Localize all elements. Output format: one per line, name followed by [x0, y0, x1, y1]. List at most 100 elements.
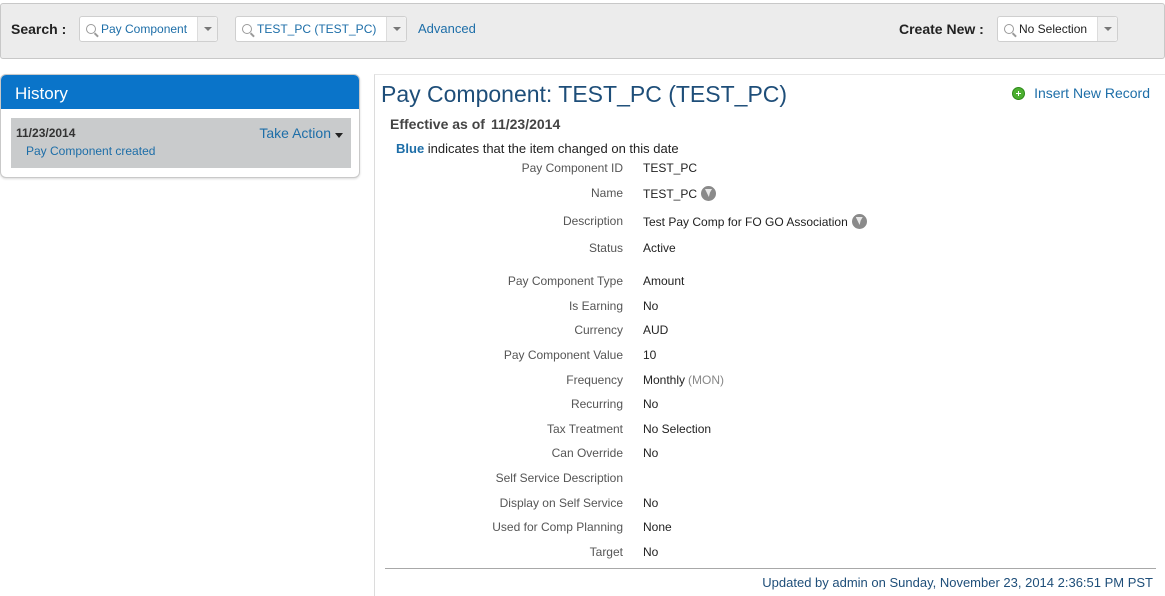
field-row: Pay Component Type Amount — [375, 274, 1155, 290]
search-record-value: TEST_PC (TEST_PC) — [257, 22, 377, 36]
field-value: TEST_PC — [643, 186, 717, 201]
field-row: Frequency Monthly (MON) — [375, 373, 1155, 389]
create-new-label: Create New : — [899, 21, 984, 37]
search-record-select[interactable]: TEST_PC (TEST_PC) — [235, 16, 407, 42]
chevron-down-icon[interactable] — [197, 17, 217, 41]
advanced-search-link[interactable]: Advanced — [418, 21, 476, 36]
field-row: Recurring No — [375, 397, 1155, 413]
field-label: Display on Self Service — [499, 496, 623, 510]
field-value-text: No — [643, 299, 659, 313]
field-label: Self Service Description — [495, 471, 623, 485]
field-value: Test Pay Comp for FO GO Association — [643, 214, 867, 229]
field-label: Used for Comp Planning — [492, 520, 623, 534]
field-row: Self Service Description — [375, 471, 1155, 487]
insert-new-record-label: Insert New Record — [1034, 85, 1150, 101]
field-value: 10 — [643, 348, 656, 362]
field-value: Active — [643, 241, 676, 255]
field-label: Pay Component ID — [521, 161, 623, 175]
field-row: Currency AUD — [375, 323, 1155, 339]
field-value-text: None — [643, 520, 672, 534]
caret-down-icon — [335, 132, 343, 138]
field-row: Target No — [375, 545, 1155, 561]
effective-date-value: 11/23/2014 — [490, 116, 561, 132]
field-value: TEST_PC — [643, 161, 697, 175]
field-row: Status Active — [375, 241, 1155, 257]
search-icon — [242, 24, 252, 34]
field-row: Is Earning No — [375, 299, 1155, 315]
field-row: Pay Component Value 10 — [375, 348, 1155, 364]
field-value-text: No — [643, 545, 659, 559]
change-legend: Blue indicates that the item changed on … — [396, 141, 679, 156]
search-bar: Search : Pay Component TEST_PC (TEST_PC)… — [0, 3, 1165, 59]
field-label: Pay Component Value — [503, 348, 623, 362]
search-icon — [1004, 24, 1014, 34]
last-updated-text: Updated by admin on Sunday, November 23,… — [762, 575, 1153, 590]
field-value-text: No — [643, 446, 659, 460]
field-label: Can Override — [551, 446, 623, 460]
take-action-label: Take Action — [259, 125, 331, 141]
field-label: Frequency — [566, 373, 623, 387]
field-row: Description Test Pay Comp for FO GO Asso… — [375, 214, 1155, 230]
field-value-text: Active — [643, 241, 676, 255]
create-new-value: No Selection — [1019, 22, 1088, 36]
insert-new-record-button[interactable]: Insert New Record — [1012, 85, 1150, 101]
field-value-text: No — [643, 496, 659, 510]
history-item-date: 11/23/2014 — [16, 126, 76, 140]
record-detail: Pay Component: TEST_PC (TEST_PC) Insert … — [374, 74, 1165, 596]
legend-blue-word: Blue — [396, 141, 425, 156]
field-value: Amount — [643, 274, 684, 288]
field-label: Tax Treatment — [546, 422, 623, 436]
footer-divider — [385, 568, 1156, 569]
create-new-select[interactable]: No Selection — [997, 16, 1118, 42]
history-title: History — [1, 75, 359, 109]
field-label: Name — [590, 186, 623, 200]
search-label: Search : — [11, 21, 67, 37]
field-label: Is Earning — [568, 299, 623, 313]
field-label: Currency — [574, 323, 623, 337]
field-value-text: No Selection — [643, 422, 712, 436]
field-row: Pay Component ID TEST_PC — [375, 161, 1155, 177]
field-label: Recurring — [570, 397, 623, 411]
field-value-text: No — [643, 397, 659, 411]
chevron-down-icon[interactable] — [1097, 17, 1117, 41]
field-value-text: TEST_PC — [643, 186, 698, 201]
field-value-text: Test Pay Comp for FO GO Association — [643, 214, 848, 229]
field-value: Monthly (MON) — [643, 373, 724, 387]
field-label: Target — [589, 545, 623, 559]
chevron-down-icon[interactable] — [386, 17, 406, 41]
page-title: Pay Component: TEST_PC (TEST_PC) — [381, 81, 788, 107]
field-value-code: (MON) — [688, 373, 725, 387]
field-row: Tax Treatment No Selection — [375, 422, 1155, 438]
field-row: Display on Self Service No — [375, 496, 1155, 512]
history-panel: History 11/23/2014 Pay Component created… — [0, 74, 360, 178]
field-value: No — [643, 496, 658, 510]
field-row: Can Override No — [375, 446, 1155, 462]
globe-icon[interactable] — [701, 186, 717, 201]
field-value: No Selection — [643, 422, 711, 436]
search-type-select[interactable]: Pay Component — [79, 16, 218, 42]
field-value-text: 10 — [643, 348, 657, 362]
field-value-text: Amount — [643, 274, 685, 288]
field-label: Description — [562, 214, 623, 228]
field-value: None — [643, 520, 672, 534]
legend-text: indicates that the item changed on this … — [427, 141, 679, 156]
field-row: Used for Comp Planning None — [375, 520, 1155, 536]
field-value: AUD — [643, 323, 668, 337]
effective-label: Effective as of — [390, 116, 485, 132]
history-item-description[interactable]: Pay Component created — [26, 144, 155, 158]
search-type-value: Pay Component — [101, 22, 188, 36]
add-circle-icon — [1012, 86, 1026, 100]
take-action-button[interactable]: Take Action — [259, 125, 343, 141]
field-value-text: AUD — [643, 323, 669, 337]
field-value: No — [643, 397, 658, 411]
history-item[interactable]: 11/23/2014 Pay Component created Take Ac… — [11, 118, 351, 168]
globe-icon[interactable] — [851, 214, 867, 229]
field-label: Pay Component Type — [507, 274, 623, 288]
field-value: No — [643, 446, 658, 460]
field-value: No — [643, 545, 658, 559]
field-value: No — [643, 299, 658, 313]
field-row: Name TEST_PC — [375, 186, 1155, 202]
field-value-text: TEST_PC — [643, 161, 698, 175]
field-label: Status — [588, 241, 623, 255]
field-value-text: Monthly — [643, 373, 686, 387]
